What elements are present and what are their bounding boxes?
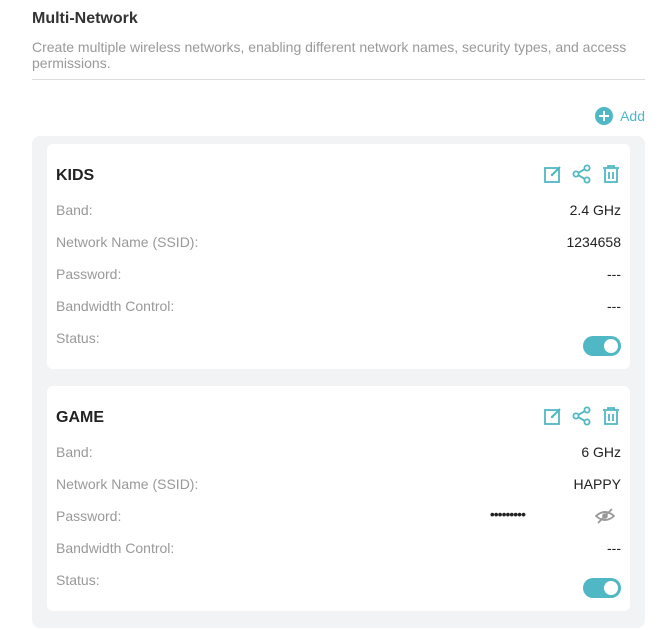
- password-label: Password:: [56, 266, 122, 282]
- network-name: KIDS: [56, 167, 95, 184]
- bandwidth-label: Bandwidth Control:: [56, 540, 175, 556]
- status-label: Status:: [56, 330, 100, 346]
- toggle-knob: [604, 339, 618, 353]
- band-row: Band: 2.4 GHz: [56, 202, 621, 222]
- status-row: Status:: [56, 572, 621, 598]
- network-list: KIDS Band: 2.4 GHz Network Name (SSID): …: [32, 136, 645, 628]
- delete-icon[interactable]: [601, 163, 621, 185]
- ssid-value: HAPPY: [573, 476, 621, 492]
- ssid-row: Network Name (SSID): HAPPY: [56, 476, 621, 496]
- password-value: •••••••••: [489, 506, 526, 522]
- password-row: Password: ---: [56, 266, 621, 286]
- band-label: Band:: [56, 202, 93, 218]
- password-row: Password: •••••••••: [56, 506, 621, 528]
- band-value: 2.4 GHz: [569, 202, 621, 218]
- band-row: Band: 6 GHz: [56, 444, 621, 464]
- status-row: Status:: [56, 330, 621, 356]
- bandwidth-value: ---: [607, 540, 621, 556]
- page-title: Multi-Network: [32, 10, 138, 27]
- password-label: Password:: [56, 508, 122, 524]
- divider: [32, 79, 645, 80]
- eye-hidden-icon[interactable]: [594, 506, 616, 526]
- share-icon[interactable]: [572, 163, 592, 185]
- toggle-knob: [604, 581, 618, 595]
- network-card-game: GAME Band: 6 GHz Network Name (SSID): HA…: [47, 386, 630, 611]
- ssid-value: 1234658: [566, 234, 621, 250]
- bandwidth-row: Bandwidth Control: ---: [56, 298, 621, 318]
- bandwidth-row: Bandwidth Control: ---: [56, 540, 621, 560]
- delete-icon[interactable]: [601, 405, 621, 427]
- page-description: Create multiple wireless networks, enabl…: [32, 39, 627, 71]
- bandwidth-value: ---: [607, 298, 621, 314]
- password-value: ---: [607, 266, 621, 282]
- share-icon[interactable]: [572, 405, 592, 427]
- ssid-row: Network Name (SSID): 1234658: [56, 234, 621, 254]
- status-label: Status:: [56, 572, 100, 588]
- band-value: 6 GHz: [581, 444, 621, 460]
- network-card-kids: KIDS Band: 2.4 GHz Network Name (SSID): …: [47, 144, 630, 369]
- edit-icon[interactable]: [543, 163, 563, 185]
- ssid-label: Network Name (SSID):: [56, 234, 199, 250]
- status-toggle[interactable]: [583, 578, 621, 598]
- edit-icon[interactable]: [543, 405, 563, 427]
- ssid-label: Network Name (SSID):: [56, 476, 199, 492]
- add-circle-icon: [595, 107, 614, 125]
- band-label: Band:: [56, 444, 93, 460]
- network-name: GAME: [56, 409, 104, 426]
- add-network-button[interactable]: Add: [595, 107, 645, 125]
- status-toggle[interactable]: [583, 336, 621, 356]
- add-label: Add: [620, 108, 645, 124]
- bandwidth-label: Bandwidth Control:: [56, 298, 175, 314]
